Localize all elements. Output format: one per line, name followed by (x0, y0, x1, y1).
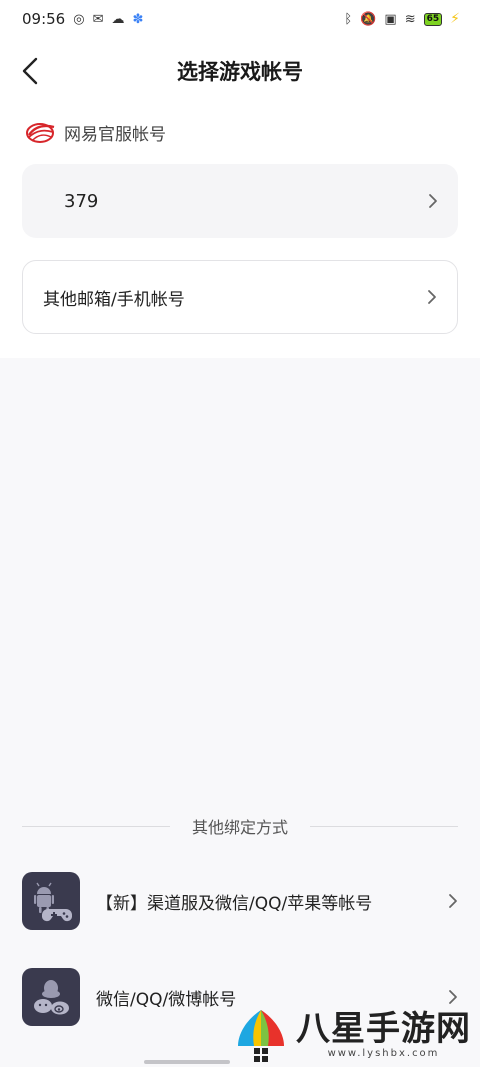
divider-line-left (22, 825, 170, 827)
no-sim-icon: ▣ (384, 11, 397, 27)
bind-option-label: 【新】渠道服及微信/QQ/苹果等帐号 (96, 893, 373, 914)
status-right: ᛒ 🔕 ▣ ≋ 65 ⚡ (344, 11, 460, 27)
chevron-right-icon (449, 990, 457, 1004)
status-left: 09:56 ◎ ✉ ☁ ✽ (22, 10, 143, 28)
netease-section-text: 网易官服帐号 (64, 125, 166, 145)
watermark-title: 八星手游网 (296, 1008, 471, 1049)
netease-logo-icon (26, 122, 55, 143)
android-gamepad-icon (22, 872, 80, 930)
battery-level: 65 (426, 14, 440, 24)
android-gamepad-glyph (34, 882, 72, 922)
site-watermark: 八星手游网 www.lyshbx.com (232, 1006, 472, 1064)
divider-line-right (310, 825, 459, 827)
chevron-right-icon (429, 194, 437, 208)
mail-icon: ✉ (92, 11, 104, 27)
watermark-url: www.lyshbx.com (327, 1047, 440, 1059)
chevron-left-icon (22, 57, 38, 85)
battery-icon: 65 (423, 12, 443, 26)
status-time: 09:56 (22, 10, 66, 28)
home-indicator[interactable] (144, 1060, 230, 1064)
other-bind-divider: 其他绑定方式 (22, 812, 459, 840)
bind-channel-account[interactable]: 【新】渠道服及微信/QQ/苹果等帐号 (22, 870, 462, 932)
nav-bar: 选择游戏帐号 (0, 38, 480, 104)
social-glyph (34, 980, 69, 1015)
status-bar: 09:56 ◎ ✉ ☁ ✽ ᛒ 🔕 ▣ ≋ 65 ⚡ (0, 0, 480, 38)
bluetooth-icon: ᛒ (344, 11, 353, 27)
paw-icon: ✽ (132, 11, 144, 27)
other-email-phone-account[interactable]: 其他邮箱/手机帐号 (22, 260, 458, 334)
charging-bolt-icon: ⚡ (450, 11, 460, 27)
wifi-icon: ≋ (404, 11, 416, 27)
netease-section-label: 网易官服帐号 (24, 120, 166, 145)
mute-bell-icon: 🔕 (360, 11, 377, 27)
account-item-379[interactable]: 379 (22, 164, 458, 238)
sync-icon: ◎ (73, 11, 85, 27)
cloud-icon: ☁ (111, 11, 125, 27)
account-label: 379 (64, 190, 99, 212)
back-button[interactable] (14, 54, 46, 88)
qq-wechat-weibo-icon (22, 968, 80, 1026)
watermark-logo-icon (238, 1010, 284, 1062)
account-label: 其他邮箱/手机帐号 (43, 289, 185, 310)
page-title: 选择游戏帐号 (177, 60, 303, 84)
chevron-right-icon (428, 290, 436, 304)
account-card: 选择游戏帐号 网易官服帐号 379 其他邮箱/手机帐号 (0, 38, 480, 358)
watermark-text: 八星手游网 www.lyshbx.com (296, 1012, 471, 1059)
divider-text: 其他绑定方式 (192, 818, 289, 837)
chevron-right-icon (449, 894, 457, 908)
